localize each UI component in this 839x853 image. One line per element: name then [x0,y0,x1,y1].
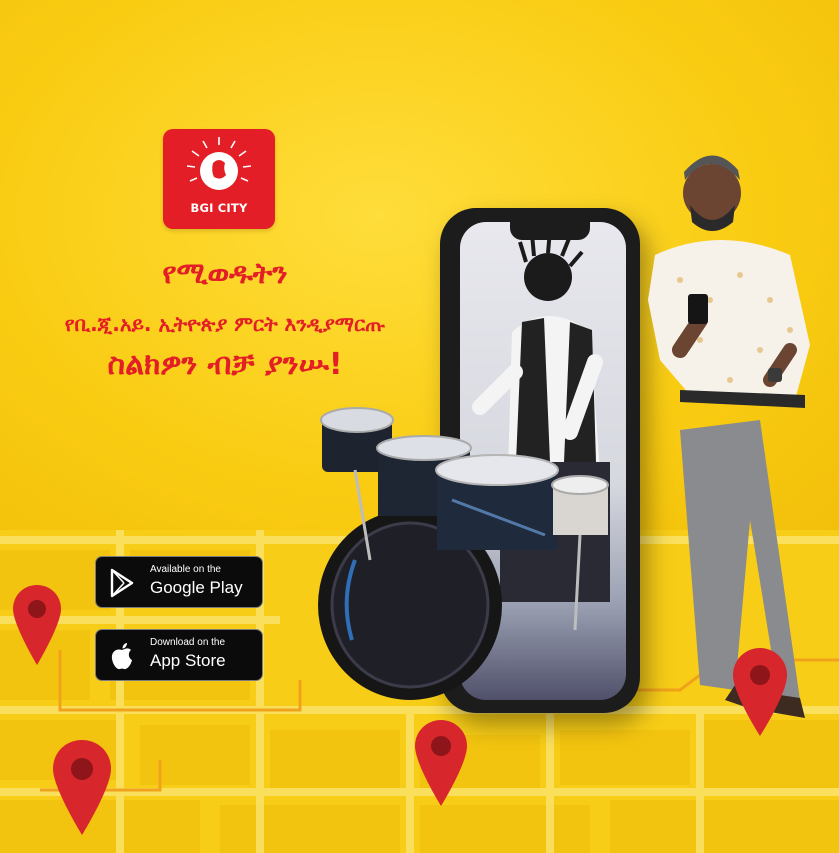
apple-icon [111,643,132,670]
app-store-button[interactable]: Download on the App Store [95,629,263,681]
ad-banner: BGI CITY የሚወዱትን የቢ.ጂ.አይ. ኢትዮጵያ ምርት እንዲያማ… [0,0,839,853]
google-play-label: Google Play [150,578,243,597]
google-play-small-text: Available on the [150,564,221,575]
bgi-city-logo: BGI CITY [163,129,275,229]
google-play-button[interactable]: Available on the Google Play [95,556,263,608]
headline-line-2: የቢ.ጂ.አይ. ኢትዮጵያ ምርት እንዲያማርጡ [64,312,386,336]
lion-sun-icon [186,137,252,190]
headline-line-1: የሚወዱትን [162,256,288,290]
drummer-photo [472,229,610,602]
headline-line-3: ስልክዎን ብቻ ያንሡ! [107,347,343,382]
phone-notch [510,222,590,240]
app-store-label: App Store [150,651,226,670]
phone-screen [460,222,626,700]
google-play-icon [110,568,134,598]
app-store-small-text: Download on the [150,637,226,648]
logo-text: BGI CITY [190,201,248,215]
